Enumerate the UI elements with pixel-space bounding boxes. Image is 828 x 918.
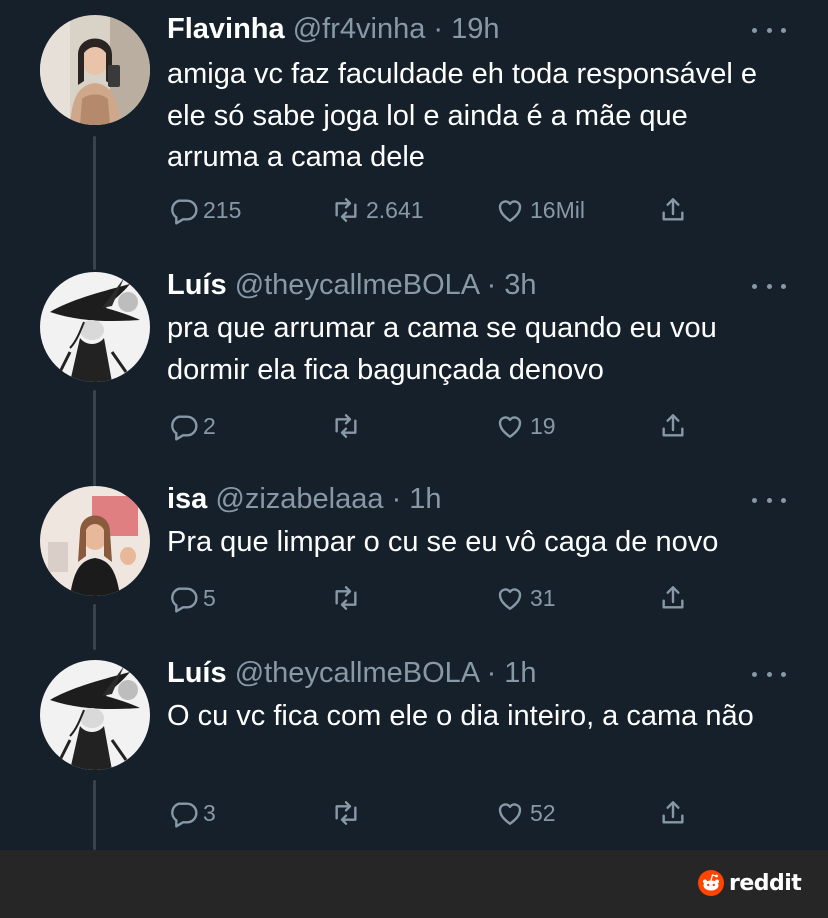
retweet-icon xyxy=(335,801,357,825)
user-handle[interactable]: @theycallmeBOLA xyxy=(235,269,479,301)
like-count: 52 xyxy=(530,799,556,826)
like-button[interactable]: 16Mil xyxy=(494,192,585,228)
retweet-count: 2.641 xyxy=(366,196,424,223)
avatar-woman-photo-image xyxy=(40,486,150,596)
reply-icon xyxy=(171,802,198,828)
display-name[interactable]: isa xyxy=(167,483,207,515)
like-icon xyxy=(498,588,522,610)
like-count: 19 xyxy=(530,412,556,439)
more-icon[interactable] xyxy=(752,490,786,510)
reply-count: 2 xyxy=(203,412,216,439)
like-icon xyxy=(498,803,522,825)
avatar-woman-mirror-selfie-image xyxy=(40,15,150,125)
reply-icon xyxy=(171,587,198,613)
display-name[interactable]: Flavinha xyxy=(167,13,285,45)
user-handle[interactable]: @fr4vinha xyxy=(293,13,426,45)
tweet-text: amiga vc faz faculdade eh toda responsáv… xyxy=(167,58,758,173)
tweet[interactable]: Flavinha @fr4vinha · 19h amiga vc faz fa… xyxy=(0,12,828,270)
more-icon[interactable] xyxy=(752,276,786,296)
timestamp[interactable]: · 3h xyxy=(487,269,537,301)
share-button[interactable] xyxy=(657,192,689,228)
reply-count: 5 xyxy=(203,584,216,611)
user-handle[interactable]: @zizabelaaa xyxy=(215,483,383,515)
like-button[interactable]: 19 xyxy=(494,408,556,444)
tweet-actions: 215 2.641 16Mil xyxy=(167,192,697,228)
reddit-logo: reddit xyxy=(697,868,802,898)
tweet-header: Flavinha @fr4vinha · 19h xyxy=(167,12,500,46)
reddit-watermark-bar: reddit xyxy=(0,850,828,918)
tweet-text: O cu vc fica com ele o dia inteiro, a ca… xyxy=(167,700,754,732)
avatar[interactable] xyxy=(40,660,150,770)
avatar[interactable] xyxy=(40,15,150,125)
tweet[interactable]: Luís @theycallmeBOLA · 3h pra que arruma… xyxy=(0,268,828,486)
reply-icon xyxy=(171,415,198,441)
tweet-actions: 2 19 xyxy=(167,408,697,444)
user-handle[interactable]: @theycallmeBOLA xyxy=(235,657,479,689)
display-name[interactable]: Luís xyxy=(167,657,227,689)
tweet-actions: 3 52 xyxy=(167,795,697,831)
retweet-button[interactable] xyxy=(330,408,366,444)
timestamp[interactable]: · 19h xyxy=(433,13,499,45)
display-name[interactable]: Luís xyxy=(167,269,227,301)
share-button[interactable] xyxy=(657,580,689,616)
like-icon xyxy=(498,416,522,438)
more-icon[interactable] xyxy=(752,20,786,40)
retweet-icon xyxy=(335,414,357,438)
retweet-icon xyxy=(335,198,357,222)
tweet-text: pra que arrumar a cama se quando eu vou … xyxy=(167,312,717,386)
reply-button[interactable]: 5 xyxy=(167,580,216,616)
reddit-wordmark: reddit xyxy=(729,870,802,896)
retweet-button[interactable]: 2.641 xyxy=(330,192,424,228)
more-icon[interactable] xyxy=(752,664,786,684)
reply-button[interactable]: 2 xyxy=(167,408,216,444)
share-icon xyxy=(662,586,684,609)
thread-line xyxy=(93,390,96,486)
tweet-header: Luís @theycallmeBOLA · 3h xyxy=(167,268,537,302)
tweet-header: isa @zizabelaaa · 1h xyxy=(167,482,442,516)
share-icon xyxy=(662,198,684,221)
share-icon xyxy=(662,801,684,824)
retweet-icon xyxy=(335,586,357,610)
tweet-text: Pra que limpar o cu se eu vô caga de nov… xyxy=(167,526,719,558)
avatar[interactable] xyxy=(40,486,150,596)
reply-button[interactable]: 215 xyxy=(167,192,241,228)
reply-button[interactable]: 3 xyxy=(167,795,216,831)
timestamp[interactable]: · 1h xyxy=(487,657,537,689)
timestamp[interactable]: · 1h xyxy=(392,483,442,515)
avatar-witch-drawing-image xyxy=(40,272,150,382)
thread-line xyxy=(93,604,96,650)
reddit-logo-icon xyxy=(698,870,724,896)
like-button[interactable]: 31 xyxy=(494,580,556,616)
retweet-button[interactable] xyxy=(330,580,366,616)
avatar[interactable] xyxy=(40,272,150,382)
share-button[interactable] xyxy=(657,408,689,444)
tweet-actions: 5 31 xyxy=(167,580,697,616)
like-count: 16Mil xyxy=(530,196,585,223)
tweet[interactable]: Luís @theycallmeBOLA · 1h O cu vc fica c… xyxy=(0,656,828,850)
thread-line xyxy=(93,136,96,270)
reply-count: 3 xyxy=(203,799,216,826)
reply-icon xyxy=(171,199,198,225)
share-icon xyxy=(662,414,684,437)
tweet-header: Luís @theycallmeBOLA · 1h xyxy=(167,656,537,690)
share-button[interactable] xyxy=(657,795,689,831)
avatar-witch-drawing-image xyxy=(40,660,150,770)
like-button[interactable]: 52 xyxy=(494,795,556,831)
reply-count: 215 xyxy=(203,196,242,223)
like-icon xyxy=(498,200,522,222)
like-count: 31 xyxy=(530,584,556,611)
retweet-button[interactable] xyxy=(330,795,366,831)
thread-line xyxy=(93,780,96,850)
tweet[interactable]: isa @zizabelaaa · 1h Pra que limpar o cu… xyxy=(0,482,828,650)
tweet-thread: Flavinha @fr4vinha · 19h amiga vc faz fa… xyxy=(0,0,828,850)
